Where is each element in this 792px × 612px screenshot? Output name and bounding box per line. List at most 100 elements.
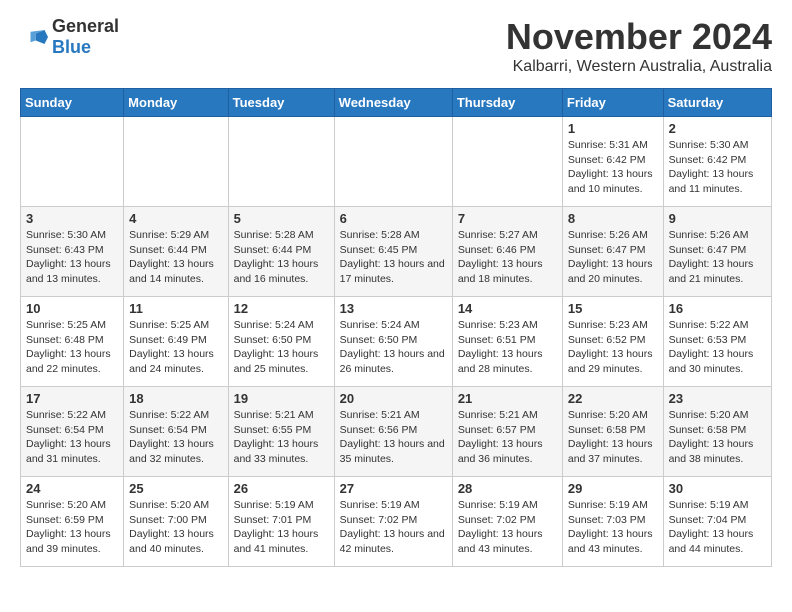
day-info: Sunrise: 5:21 AM Sunset: 6:56 PM Dayligh…: [340, 408, 447, 467]
calendar-cell: 8 Sunrise: 5:26 AM Sunset: 6:47 PM Daylig…: [562, 207, 663, 297]
calendar-cell: 6 Sunrise: 5:28 AM Sunset: 6:45 PM Daylig…: [334, 207, 452, 297]
day-info: Sunrise: 5:23 AM Sunset: 6:52 PM Dayligh…: [568, 318, 658, 377]
day-number: 24: [26, 481, 118, 496]
day-info: Sunrise: 5:30 AM Sunset: 6:43 PM Dayligh…: [26, 228, 118, 287]
calendar-cell: 10 Sunrise: 5:25 AM Sunset: 6:48 PM Dayli…: [21, 297, 124, 387]
day-info: Sunrise: 5:20 AM Sunset: 6:58 PM Dayligh…: [568, 408, 658, 467]
header-monday: Monday: [124, 89, 228, 117]
calendar-cell: 22 Sunrise: 5:20 AM Sunset: 6:58 PM Dayli…: [562, 387, 663, 477]
day-number: 5: [234, 211, 329, 226]
day-number: 30: [669, 481, 766, 496]
day-info: Sunrise: 5:20 AM Sunset: 6:58 PM Dayligh…: [669, 408, 766, 467]
calendar-cell: 23 Sunrise: 5:20 AM Sunset: 6:58 PM Dayli…: [663, 387, 771, 477]
main-title: November 2024: [506, 16, 772, 58]
calendar-cell: 2Sunrise: 5:30 AM Sunset: 6:42 PM Daylig…: [663, 117, 771, 207]
header-friday: Friday: [562, 89, 663, 117]
day-number: 1: [568, 121, 658, 136]
week-row-3: 10 Sunrise: 5:25 AM Sunset: 6:48 PM Dayli…: [21, 297, 772, 387]
calendar-cell: 16 Sunrise: 5:22 AM Sunset: 6:53 PM Dayli…: [663, 297, 771, 387]
day-info: Sunrise: 5:19 AM Sunset: 7:02 PM Dayligh…: [458, 498, 557, 557]
calendar-cell: [124, 117, 228, 207]
day-info: Sunrise: 5:22 AM Sunset: 6:54 PM Dayligh…: [26, 408, 118, 467]
header-thursday: Thursday: [452, 89, 562, 117]
calendar-cell: 20 Sunrise: 5:21 AM Sunset: 6:56 PM Dayli…: [334, 387, 452, 477]
logo-icon: [20, 23, 48, 51]
calendar-cell: 25Sunrise: 5:20 AM Sunset: 7:00 PM Dayli…: [124, 477, 228, 567]
calendar-cell: 21Sunrise: 5:21 AM Sunset: 6:57 PM Dayli…: [452, 387, 562, 477]
day-info: Sunrise: 5:20 AM Sunset: 6:59 PM Dayligh…: [26, 498, 118, 557]
day-number: 6: [340, 211, 447, 226]
day-number: 3: [26, 211, 118, 226]
day-info: Sunrise: 5:26 AM Sunset: 6:47 PM Dayligh…: [669, 228, 766, 287]
calendar-cell: 24 Sunrise: 5:20 AM Sunset: 6:59 PM Dayli…: [21, 477, 124, 567]
day-info: Sunrise: 5:24 AM Sunset: 6:50 PM Dayligh…: [234, 318, 329, 377]
calendar-cell: 12 Sunrise: 5:24 AM Sunset: 6:50 PM Dayli…: [228, 297, 334, 387]
day-number: 26: [234, 481, 329, 496]
calendar-header-row: SundayMondayTuesdayWednesdayThursdayFrid…: [21, 89, 772, 117]
day-info: Sunrise: 5:23 AM Sunset: 6:51 PM Dayligh…: [458, 318, 557, 377]
calendar-cell: [21, 117, 124, 207]
day-number: 16: [669, 301, 766, 316]
header-saturday: Saturday: [663, 89, 771, 117]
calendar-cell: 30Sunrise: 5:19 AM Sunset: 7:04 PM Dayli…: [663, 477, 771, 567]
calendar-cell: [334, 117, 452, 207]
day-number: 15: [568, 301, 658, 316]
logo-text-general: General: [52, 16, 119, 36]
calendar-cell: [452, 117, 562, 207]
calendar-cell: 28 Sunrise: 5:19 AM Sunset: 7:02 PM Dayli…: [452, 477, 562, 567]
header-sunday: Sunday: [21, 89, 124, 117]
day-number: 11: [129, 301, 222, 316]
day-number: 22: [568, 391, 658, 406]
calendar-cell: 5 Sunrise: 5:28 AM Sunset: 6:44 PM Daylig…: [228, 207, 334, 297]
calendar-cell: 18Sunrise: 5:22 AM Sunset: 6:54 PM Dayli…: [124, 387, 228, 477]
day-info: Sunrise: 5:28 AM Sunset: 6:45 PM Dayligh…: [340, 228, 447, 287]
day-number: 28: [458, 481, 557, 496]
calendar-cell: 11 Sunrise: 5:25 AM Sunset: 6:49 PM Dayli…: [124, 297, 228, 387]
day-info: Sunrise: 5:22 AM Sunset: 6:53 PM Dayligh…: [669, 318, 766, 377]
day-info: Sunrise: 5:28 AM Sunset: 6:44 PM Dayligh…: [234, 228, 329, 287]
day-number: 12: [234, 301, 329, 316]
day-info: Sunrise: 5:29 AM Sunset: 6:44 PM Dayligh…: [129, 228, 222, 287]
subtitle: Kalbarri, Western Australia, Australia: [506, 58, 772, 76]
week-row-5: 24 Sunrise: 5:20 AM Sunset: 6:59 PM Dayli…: [21, 477, 772, 567]
calendar-cell: 1 Sunrise: 5:31 AM Sunset: 6:42 PM Daylig…: [562, 117, 663, 207]
day-number: 25: [129, 481, 222, 496]
day-info: Sunrise: 5:19 AM Sunset: 7:02 PM Dayligh…: [340, 498, 447, 557]
day-info: Sunrise: 5:26 AM Sunset: 6:47 PM Dayligh…: [568, 228, 658, 287]
day-number: 23: [669, 391, 766, 406]
day-number: 21: [458, 391, 557, 406]
day-info: Sunrise: 5:27 AM Sunset: 6:46 PM Dayligh…: [458, 228, 557, 287]
week-row-4: 17Sunrise: 5:22 AM Sunset: 6:54 PM Dayli…: [21, 387, 772, 477]
day-info: Sunrise: 5:24 AM Sunset: 6:50 PM Dayligh…: [340, 318, 447, 377]
day-info: Sunrise: 5:30 AM Sunset: 6:42 PM Dayligh…: [669, 138, 766, 197]
day-info: Sunrise: 5:31 AM Sunset: 6:42 PM Dayligh…: [568, 138, 658, 197]
header-wednesday: Wednesday: [334, 89, 452, 117]
calendar-cell: 15 Sunrise: 5:23 AM Sunset: 6:52 PM Dayli…: [562, 297, 663, 387]
day-number: 27: [340, 481, 447, 496]
calendar-cell: 19 Sunrise: 5:21 AM Sunset: 6:55 PM Dayli…: [228, 387, 334, 477]
calendar-cell: 3 Sunrise: 5:30 AM Sunset: 6:43 PM Daylig…: [21, 207, 124, 297]
day-info: Sunrise: 5:21 AM Sunset: 6:55 PM Dayligh…: [234, 408, 329, 467]
calendar-cell: 4Sunrise: 5:29 AM Sunset: 6:44 PM Daylig…: [124, 207, 228, 297]
day-number: 9: [669, 211, 766, 226]
day-number: 13: [340, 301, 447, 316]
day-info: Sunrise: 5:22 AM Sunset: 6:54 PM Dayligh…: [129, 408, 222, 467]
day-info: Sunrise: 5:25 AM Sunset: 6:48 PM Dayligh…: [26, 318, 118, 377]
day-number: 10: [26, 301, 118, 316]
day-info: Sunrise: 5:25 AM Sunset: 6:49 PM Dayligh…: [129, 318, 222, 377]
day-number: 20: [340, 391, 447, 406]
header: General Blue November 2024 Kalbarri, Wes…: [20, 16, 772, 76]
day-number: 7: [458, 211, 557, 226]
day-number: 29: [568, 481, 658, 496]
calendar-cell: 27 Sunrise: 5:19 AM Sunset: 7:02 PM Dayli…: [334, 477, 452, 567]
day-number: 8: [568, 211, 658, 226]
calendar-cell: 9 Sunrise: 5:26 AM Sunset: 6:47 PM Daylig…: [663, 207, 771, 297]
calendar-cell: 17Sunrise: 5:22 AM Sunset: 6:54 PM Dayli…: [21, 387, 124, 477]
logo-text-blue: Blue: [52, 37, 91, 57]
week-row-1: 1 Sunrise: 5:31 AM Sunset: 6:42 PM Daylig…: [21, 117, 772, 207]
title-area: November 2024 Kalbarri, Western Australi…: [506, 16, 772, 76]
calendar-cell: 7 Sunrise: 5:27 AM Sunset: 6:46 PM Daylig…: [452, 207, 562, 297]
day-number: 19: [234, 391, 329, 406]
day-info: Sunrise: 5:19 AM Sunset: 7:03 PM Dayligh…: [568, 498, 658, 557]
calendar-cell: 14Sunrise: 5:23 AM Sunset: 6:51 PM Dayli…: [452, 297, 562, 387]
